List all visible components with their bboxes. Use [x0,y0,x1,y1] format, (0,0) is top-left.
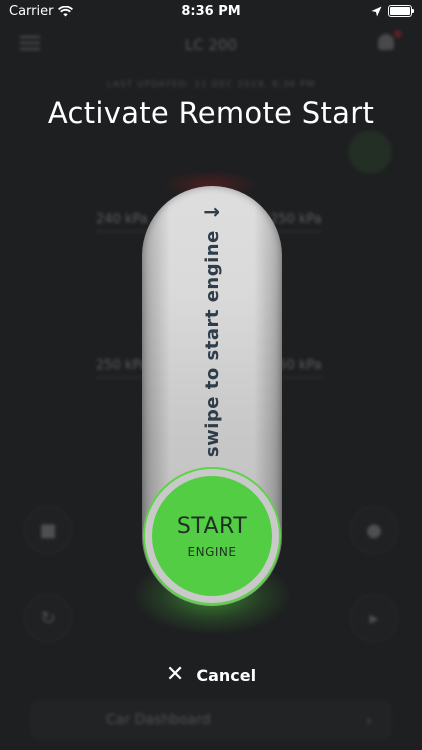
location-arrow-icon [371,6,382,16]
lock-status-icon [348,130,392,174]
car-name: LC 200 [184,36,238,54]
tire-rear-left: 250 kPa [96,358,148,378]
status-right [371,5,414,17]
last-updated: LAST UPDATED: 21 DEC 2019, 8:36 PM [106,80,316,90]
location-pin-icon: ● [350,506,398,554]
cancel-button[interactable]: ✕ Cancel [0,664,422,686]
status-time: 8:36 PM [181,4,241,19]
knob-subtitle: ENGINE [187,544,237,559]
page-title: Activate Remote Start [47,96,375,130]
arrow-right-icon: → [203,199,221,224]
start-engine-knob[interactable]: START ENGINE [152,476,272,596]
chevron-right-icon: › [365,710,372,730]
cancel-label: Cancel [196,665,257,685]
car-dashboard-label: Car Dashboard [106,712,211,728]
horn-icon: ▸ [350,594,398,642]
history-icon: ↻ [24,594,72,642]
tire-front-left: 240 kPa [96,212,148,232]
knob-title: START [176,513,248,539]
notification-dot [394,30,402,38]
swipe-hint: swipe to start engine → [200,199,224,458]
bell-icon [378,34,394,50]
battery-icon [388,5,414,17]
status-bar: Carrier 8:36 PM [0,0,422,24]
lock-icon: ■ [24,506,72,554]
close-icon: ✕ [165,662,185,687]
car-dashboard-bar: Car Dashboard › [30,700,392,740]
swipe-hint-text: swipe to start engine [201,230,223,458]
